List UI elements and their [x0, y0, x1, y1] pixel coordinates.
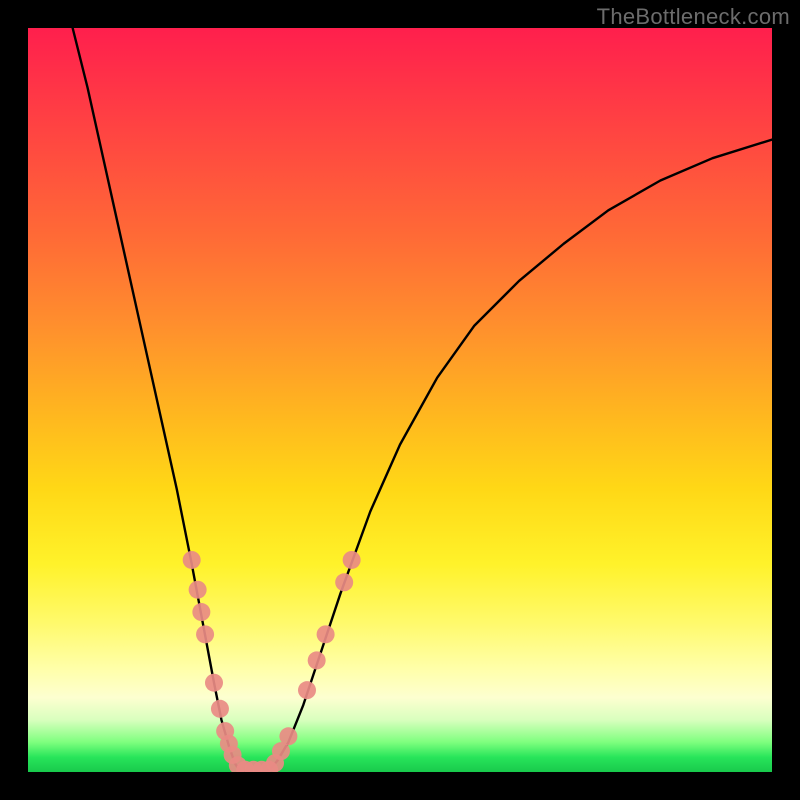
chart-plot-area — [28, 28, 772, 772]
marker-dot — [279, 727, 297, 745]
chart-frame: TheBottleneck.com — [0, 0, 800, 800]
marker-dot — [189, 581, 207, 599]
marker-dot — [196, 625, 214, 643]
marker-dot — [192, 603, 210, 621]
marker-dot — [335, 573, 353, 591]
marker-dot — [211, 700, 229, 718]
watermark-text: TheBottleneck.com — [597, 4, 790, 30]
marker-dot — [298, 681, 316, 699]
chart-svg — [28, 28, 772, 772]
marker-dot — [205, 674, 223, 692]
marker-dot — [308, 651, 326, 669]
marker-dot — [183, 551, 201, 569]
bottleneck-curve — [73, 28, 772, 772]
marker-dot — [317, 625, 335, 643]
marker-dot — [343, 551, 361, 569]
bottleneck-curve-path — [73, 28, 772, 772]
